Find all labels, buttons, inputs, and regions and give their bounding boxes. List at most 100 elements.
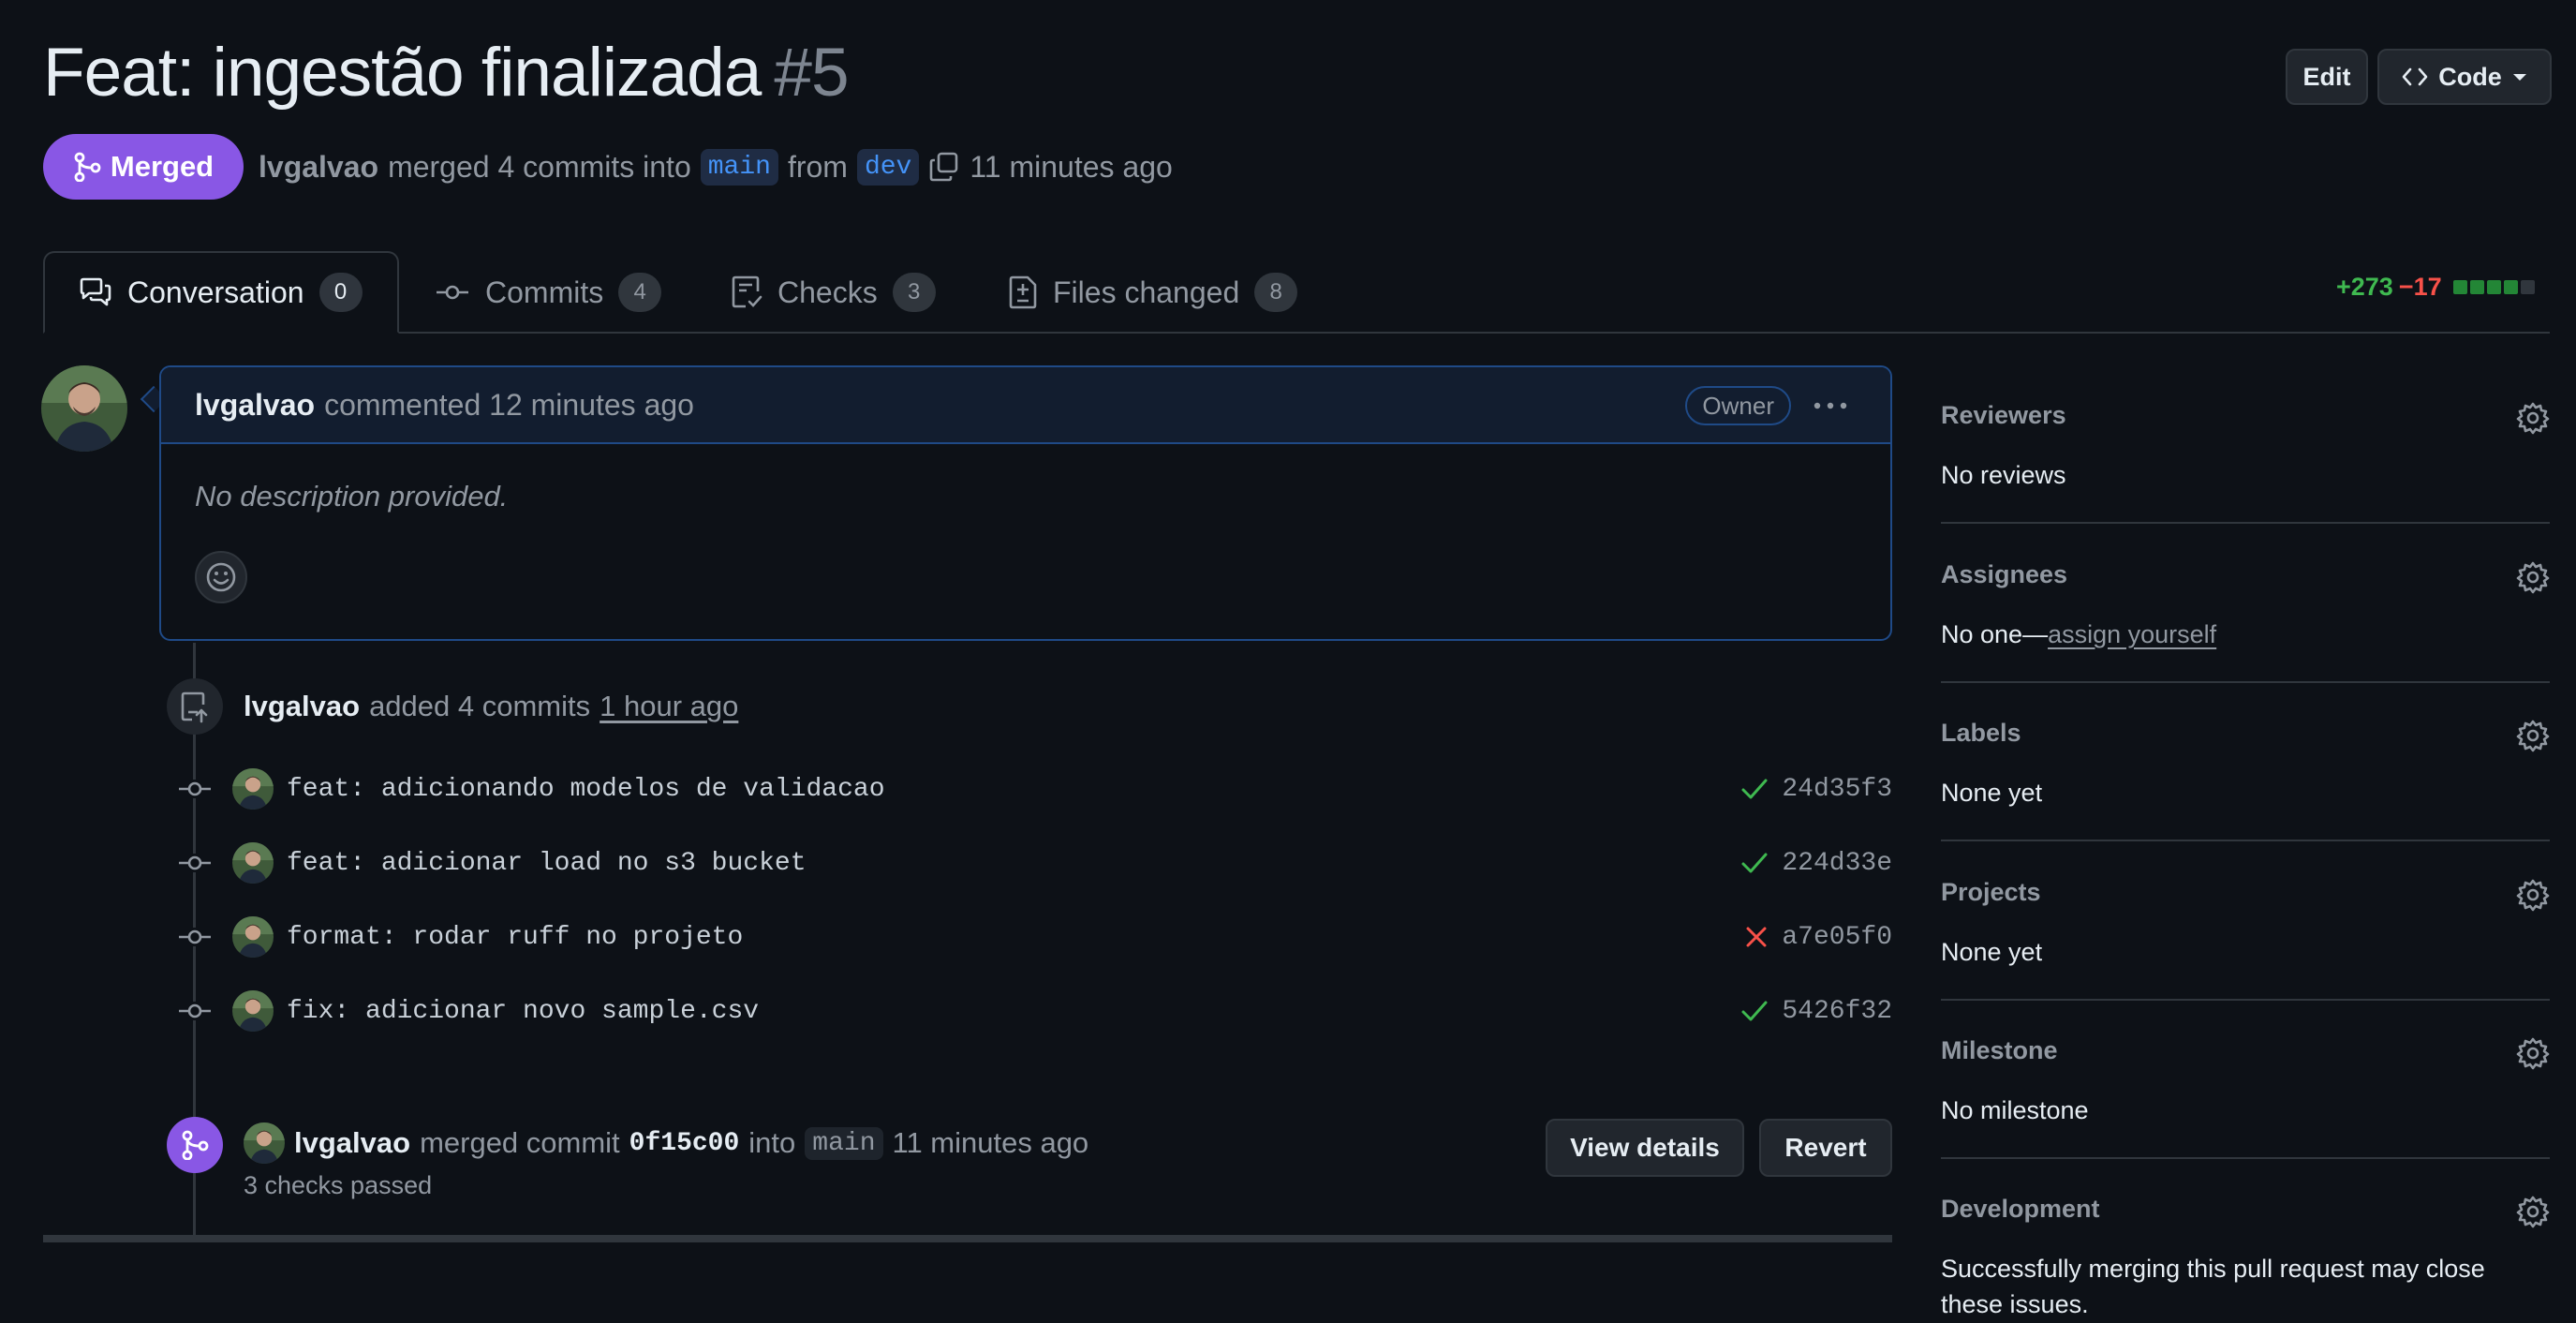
head-branch-chip[interactable]: dev: [856, 148, 920, 186]
commit-sha-link[interactable]: 24d35f3: [1782, 775, 1892, 804]
check-icon[interactable]: [1740, 999, 1769, 1023]
merge-event-text: merged commit: [420, 1126, 620, 1159]
copy-icon[interactable]: [928, 151, 960, 183]
diffstat-deletions: −17: [2398, 273, 2442, 301]
avatar[interactable]: [232, 916, 274, 958]
tab-commits-count: 4: [618, 273, 662, 312]
commits-added-event: lvgalvao added 4 commits 1 hour ago: [244, 684, 738, 729]
comment-body: No description provided.: [195, 480, 509, 513]
x-icon[interactable]: [1744, 925, 1769, 949]
milestone-title: Milestone: [1941, 1036, 2058, 1064]
diffstat-block: [2520, 280, 2535, 294]
diffstat: +273 −17: [2336, 273, 2535, 302]
add-reaction-button[interactable]: [195, 551, 247, 603]
gear-icon[interactable]: [2516, 401, 2550, 435]
avatar[interactable]: [232, 842, 274, 884]
sidebar-divider: [1941, 999, 2550, 1001]
gear-icon[interactable]: [2516, 878, 2550, 912]
from-text: from: [787, 149, 848, 184]
checklist-icon: [731, 275, 762, 310]
avatar[interactable]: [232, 990, 274, 1032]
sidebar-divider: [1941, 840, 2550, 841]
merge-commit-sha[interactable]: 0f15c00: [629, 1129, 740, 1158]
commit-status: a7e05f0: [1744, 923, 1892, 952]
merge-branch-chip[interactable]: main: [805, 1126, 883, 1160]
projects-title: Projects: [1941, 878, 2041, 906]
commit-row: format: rodar ruff no projeto a7e05f0: [176, 911, 1892, 963]
tab-conversation[interactable]: Conversation 0: [43, 251, 399, 334]
revert-button[interactable]: Revert: [1759, 1119, 1892, 1177]
kebab-horizontal-icon[interactable]: [1812, 392, 1849, 420]
check-icon[interactable]: [1740, 851, 1769, 875]
diffstat-block: [2452, 280, 2467, 294]
gear-icon[interactable]: [2516, 1195, 2550, 1228]
comment-meta: commented 12 minutes ago: [324, 387, 694, 422]
code-icon: [2401, 66, 2429, 88]
assignees-none: No one—: [1941, 620, 2049, 648]
commit-message-link[interactable]: feat: adicionar load no s3 bucket: [287, 849, 807, 878]
sidebar-divider: [1941, 681, 2550, 683]
pr-title: Feat: ingestão finalizada #5: [43, 34, 850, 111]
commit-row: feat: adicionar load no s3 bucket 224d33e: [176, 837, 1892, 889]
tab-checks[interactable]: Checks 3: [697, 251, 970, 334]
diffstat-additions: +273: [2336, 273, 2393, 301]
avatar[interactable]: [244, 1122, 285, 1164]
comment-author-link[interactable]: lvgalvao: [195, 388, 315, 423]
pr-author-link[interactable]: lvgalvao: [259, 150, 378, 185]
pr-meta-line: lvgalvao merged 4 commits into main from…: [259, 141, 1173, 193]
commit-row: fix: adicionar novo sample.csv 5426f32: [176, 985, 1892, 1037]
merge-event-icon: [167, 1117, 223, 1173]
pr-merge-time: 11 minutes ago: [970, 149, 1173, 184]
gear-icon[interactable]: [2516, 1036, 2550, 1070]
merged-badge-label: Merged: [110, 150, 215, 183]
pr-merge-action: merged 4 commits into: [388, 149, 691, 184]
sidebar-development: Development Successfully merging this pu…: [1941, 1195, 2550, 1323]
merge-into-text: into: [748, 1126, 796, 1159]
caret-down-icon: [2511, 71, 2528, 82]
sidebar-reviewers: Reviewers No reviews: [1941, 401, 2550, 494]
merge-event-author[interactable]: lvgalvao: [294, 1126, 410, 1160]
tab-files-changed-label: Files changed: [1053, 275, 1240, 309]
tab-files-changed-count: 8: [1254, 273, 1298, 312]
commit-sha-link[interactable]: 5426f32: [1782, 997, 1892, 1026]
commits-event-author[interactable]: lvgalvao: [244, 690, 360, 723]
edit-button-label: Edit: [2302, 62, 2351, 91]
gear-icon[interactable]: [2516, 719, 2550, 752]
pr-description-comment: lvgalvao commented 12 minutes ago Owner …: [159, 365, 1892, 641]
check-icon[interactable]: [1740, 777, 1769, 801]
commit-status: 5426f32: [1740, 997, 1892, 1026]
checks-passed-text: 3 checks passed: [244, 1171, 433, 1199]
code-button[interactable]: Code: [2377, 49, 2552, 105]
commit-message-link[interactable]: fix: adicionar novo sample.csv: [287, 997, 759, 1026]
avatar[interactable]: [232, 768, 274, 810]
diffstat-block: [2503, 280, 2518, 294]
sidebar-labels: Labels None yet: [1941, 719, 2550, 811]
assign-yourself-link[interactable]: assign yourself: [2048, 620, 2216, 648]
diffstat-blocks: [2452, 280, 2535, 294]
diffstat-block: [2469, 280, 2484, 294]
projects-value: None yet: [1941, 938, 2043, 966]
commits-event-text: added 4 commits: [369, 690, 591, 722]
tab-checks-count: 3: [892, 273, 936, 312]
commit-message-link[interactable]: feat: adicionando modelos de validacao: [287, 775, 885, 804]
tab-commits[interactable]: Commits 4: [401, 251, 695, 334]
pr-number: #5: [774, 35, 849, 111]
commit-sha-link[interactable]: 224d33e: [1782, 849, 1892, 878]
reviewers-value: No reviews: [1941, 461, 2066, 489]
view-details-button[interactable]: View details: [1546, 1119, 1744, 1177]
assignees-title: Assignees: [1941, 560, 2068, 588]
avatar[interactable]: [41, 365, 127, 452]
comment-discussion-icon: [79, 277, 112, 307]
gear-icon[interactable]: [2516, 560, 2550, 594]
commit-sha-link[interactable]: a7e05f0: [1782, 923, 1892, 952]
tab-checks-label: Checks: [777, 275, 878, 309]
git-commit-icon: [176, 1002, 214, 1020]
milestone-value: No milestone: [1941, 1096, 2089, 1124]
tab-files-changed[interactable]: Files changed 8: [974, 251, 1331, 334]
commits-event-time-link[interactable]: 1 hour ago: [600, 690, 738, 723]
revert-label: Revert: [1784, 1133, 1867, 1162]
pr-title-text: Feat: ingestão finalizada: [43, 35, 762, 111]
edit-button[interactable]: Edit: [2286, 49, 2368, 105]
base-branch-chip[interactable]: main: [700, 148, 778, 186]
commit-message-link[interactable]: format: rodar ruff no projeto: [287, 923, 743, 952]
